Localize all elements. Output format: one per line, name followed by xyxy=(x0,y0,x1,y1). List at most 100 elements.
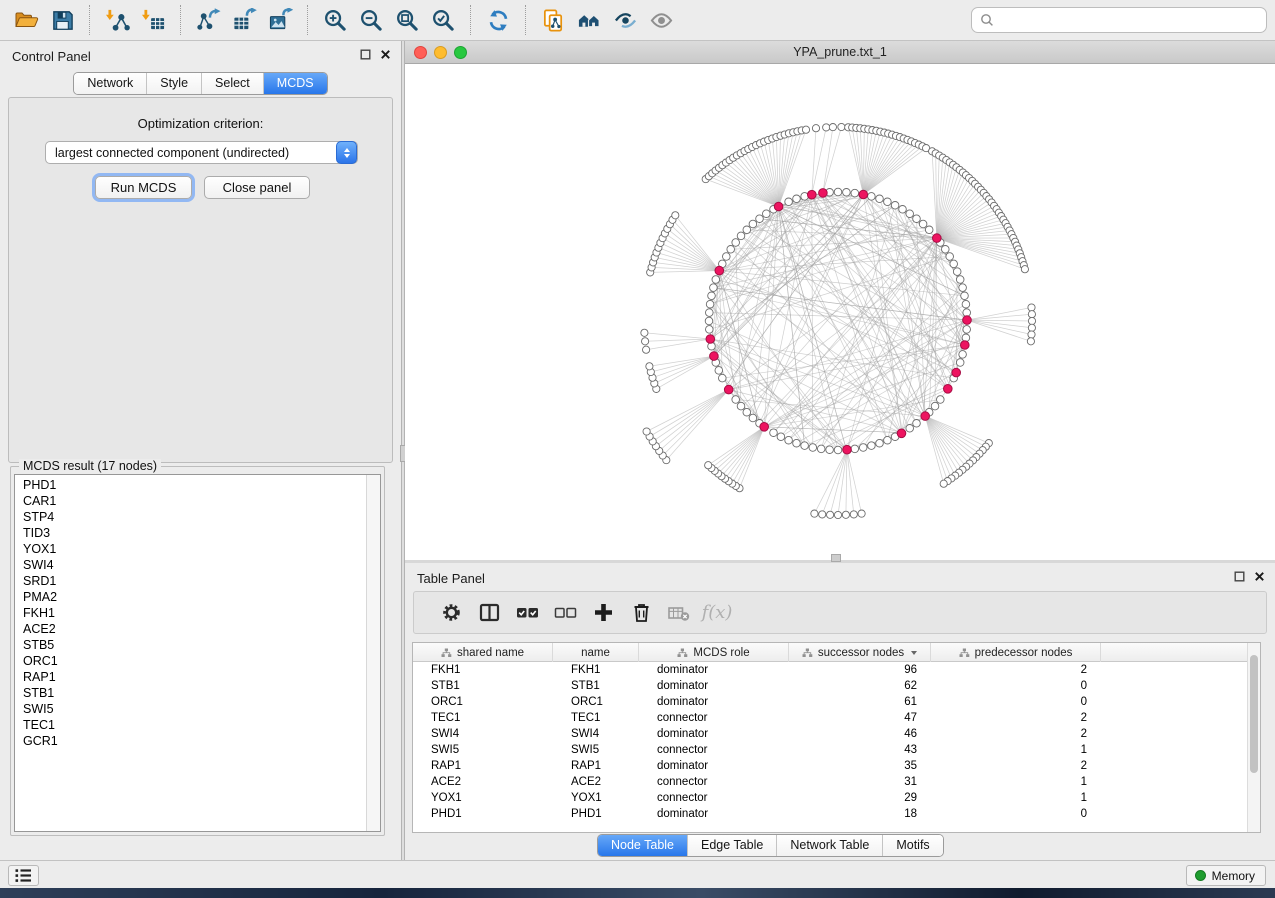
cell-MCDS-role[interactable]: dominator xyxy=(639,726,789,742)
column-header-predecessor-nodes[interactable]: predecessor nodes xyxy=(931,643,1101,662)
cell-predecessor-nodes[interactable]: 2 xyxy=(931,758,1101,774)
select-all-button[interactable] xyxy=(508,596,546,630)
table-row[interactable]: YOX1YOX1connector291 xyxy=(413,790,1247,806)
criterion-dropdown[interactable]: largest connected component (undirected) xyxy=(45,141,358,164)
cell-shared-name[interactable]: SWI4 xyxy=(413,726,553,742)
memory-button[interactable]: Memory xyxy=(1186,865,1266,886)
cell-successor-nodes[interactable]: 62 xyxy=(789,678,931,694)
mcds-result-item[interactable]: ORC1 xyxy=(15,653,366,669)
column-header-successor-nodes[interactable]: successor nodes xyxy=(789,643,931,662)
export-table-button[interactable] xyxy=(226,4,262,36)
cell-successor-nodes[interactable]: 43 xyxy=(789,742,931,758)
cell-name[interactable]: ORC1 xyxy=(553,694,639,710)
import-network-button[interactable] xyxy=(99,4,135,36)
table-row[interactable]: ACE2ACE2connector311 xyxy=(413,774,1247,790)
table-row[interactable]: FKH1FKH1dominator962 xyxy=(413,662,1247,678)
cell-shared-name[interactable]: STB1 xyxy=(413,678,553,694)
search-input[interactable] xyxy=(995,10,1266,30)
mcds-result-item[interactable]: SWI5 xyxy=(15,701,366,717)
table-tab-edge-table[interactable]: Edge Table xyxy=(687,835,776,856)
cell-predecessor-nodes[interactable]: 1 xyxy=(931,774,1101,790)
cell-shared-name[interactable]: PHD1 xyxy=(413,806,553,822)
run-mcds-button[interactable]: Run MCDS xyxy=(95,176,192,199)
cell-name[interactable]: FKH1 xyxy=(553,662,639,678)
table-row[interactable]: ORC1ORC1dominator610 xyxy=(413,694,1247,710)
zoom-fit-button[interactable] xyxy=(389,4,425,36)
refresh-button[interactable] xyxy=(480,4,516,36)
cell-successor-nodes[interactable]: 18 xyxy=(789,806,931,822)
table-row[interactable]: SWI4SWI4dominator462 xyxy=(413,726,1247,742)
zoom-selected-button[interactable] xyxy=(425,4,461,36)
cell-MCDS-role[interactable]: connector xyxy=(639,710,789,726)
cell-MCDS-role[interactable]: connector xyxy=(639,774,789,790)
cell-MCDS-role[interactable]: dominator xyxy=(639,678,789,694)
first-neighbors-button[interactable] xyxy=(571,4,607,36)
cell-shared-name[interactable]: ACE2 xyxy=(413,774,553,790)
export-network-button[interactable] xyxy=(190,4,226,36)
tab-select[interactable]: Select xyxy=(201,73,263,94)
cell-successor-nodes[interactable]: 31 xyxy=(789,774,931,790)
unselect-all-button[interactable] xyxy=(546,596,584,630)
function-builder-button[interactable]: f(x) xyxy=(698,596,736,630)
mcds-result-item[interactable]: SWI4 xyxy=(15,557,366,573)
mcds-result-item[interactable]: STB5 xyxy=(15,637,366,653)
zoom-in-button[interactable] xyxy=(317,4,353,36)
mcds-result-item[interactable]: STB1 xyxy=(15,685,366,701)
column-header-shared-name[interactable]: shared name xyxy=(413,643,553,662)
cell-shared-name[interactable]: FKH1 xyxy=(413,662,553,678)
cell-MCDS-role[interactable]: connector xyxy=(639,790,789,806)
cell-name[interactable]: SWI5 xyxy=(553,742,639,758)
cell-shared-name[interactable]: RAP1 xyxy=(413,758,553,774)
table-row[interactable]: STB1STB1dominator620 xyxy=(413,678,1247,694)
export-image-button[interactable] xyxy=(262,4,298,36)
cell-name[interactable]: STB1 xyxy=(553,678,639,694)
import-table-button[interactable] xyxy=(135,4,171,36)
cell-name[interactable]: ACE2 xyxy=(553,774,639,790)
tab-network[interactable]: Network xyxy=(74,73,146,94)
float-panel-icon[interactable] xyxy=(1234,571,1245,582)
table-row[interactable]: SWI5SWI5connector431 xyxy=(413,742,1247,758)
cell-predecessor-nodes[interactable]: 2 xyxy=(931,662,1101,678)
cell-name[interactable]: TEC1 xyxy=(553,710,639,726)
cell-name[interactable]: SWI4 xyxy=(553,726,639,742)
cell-name[interactable]: YOX1 xyxy=(553,790,639,806)
cell-predecessor-nodes[interactable]: 0 xyxy=(931,694,1101,710)
mcds-result-item[interactable]: FKH1 xyxy=(15,605,366,621)
cell-MCDS-role[interactable]: dominator xyxy=(639,662,789,678)
table-row[interactable]: PHD1PHD1dominator180 xyxy=(413,806,1247,822)
mcds-result-item[interactable]: PMA2 xyxy=(15,589,366,605)
table-row[interactable]: TEC1TEC1connector472 xyxy=(413,710,1247,726)
cell-name[interactable]: PHD1 xyxy=(553,806,639,822)
cell-predecessor-nodes[interactable]: 0 xyxy=(931,806,1101,822)
cell-predecessor-nodes[interactable]: 1 xyxy=(931,790,1101,806)
cell-shared-name[interactable]: ORC1 xyxy=(413,694,553,710)
column-header-MCDS-role[interactable]: MCDS role xyxy=(639,643,789,662)
cell-successor-nodes[interactable]: 47 xyxy=(789,710,931,726)
mcds-result-item[interactable]: CAR1 xyxy=(15,493,366,509)
cell-successor-nodes[interactable]: 29 xyxy=(789,790,931,806)
cell-successor-nodes[interactable]: 35 xyxy=(789,758,931,774)
show-graphics-details-button[interactable] xyxy=(643,4,679,36)
hide-graphics-details-button[interactable] xyxy=(607,4,643,36)
table-tab-network-table[interactable]: Network Table xyxy=(776,835,882,856)
cell-MCDS-role[interactable]: connector xyxy=(639,742,789,758)
panels-menu-button[interactable] xyxy=(8,865,39,886)
mcds-result-item[interactable]: GCR1 xyxy=(15,733,366,749)
zoom-out-button[interactable] xyxy=(353,4,389,36)
add-row-button[interactable] xyxy=(584,596,622,630)
cell-shared-name[interactable]: YOX1 xyxy=(413,790,553,806)
mcds-result-item[interactable]: YOX1 xyxy=(15,541,366,557)
cell-successor-nodes[interactable]: 61 xyxy=(789,694,931,710)
tab-style[interactable]: Style xyxy=(146,73,201,94)
close-panel-icon[interactable] xyxy=(380,49,391,60)
open-file-button[interactable] xyxy=(8,4,44,36)
table-scrollbar-thumb[interactable] xyxy=(1250,655,1258,773)
cell-name[interactable]: RAP1 xyxy=(553,758,639,774)
column-header-name[interactable]: name xyxy=(553,643,639,662)
cell-successor-nodes[interactable]: 46 xyxy=(789,726,931,742)
close-panel-button[interactable]: Close panel xyxy=(204,176,310,199)
table-scrollbar[interactable] xyxy=(1247,643,1260,832)
tab-mcds[interactable]: MCDS xyxy=(263,73,327,94)
close-panel-icon[interactable] xyxy=(1254,571,1265,582)
delete-table-button[interactable] xyxy=(660,596,698,630)
